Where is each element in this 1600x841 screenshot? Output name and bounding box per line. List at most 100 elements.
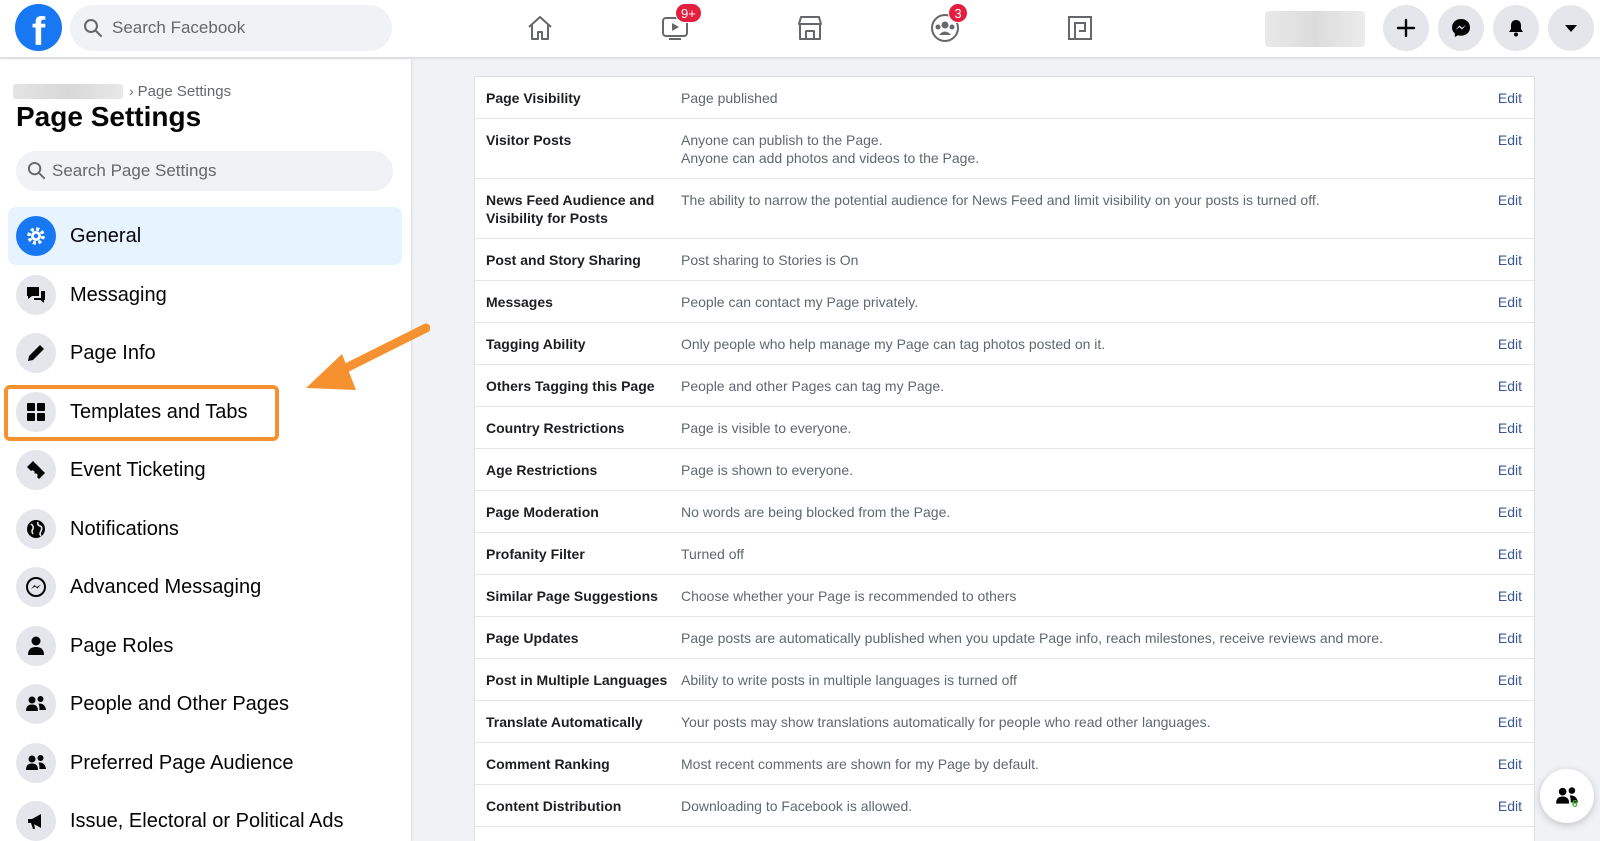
setting-row-multiple-languages: Post in Multiple Languages Ability to wr…	[475, 659, 1534, 701]
setting-description-line: Page published	[681, 90, 778, 106]
bell-icon	[1509, 20, 1523, 37]
setting-description-line: Anyone can publish to the Page.	[681, 132, 883, 148]
create-button[interactable]	[1383, 5, 1429, 51]
sidebar-item-label: Page Roles	[70, 635, 174, 657]
facebook-search-box[interactable]	[70, 5, 392, 51]
setting-name: Post in Multiple Languages	[486, 672, 668, 688]
edit-link[interactable]: Edit	[1498, 545, 1522, 563]
plus-icon	[1396, 18, 1416, 38]
edit-link[interactable]: Edit	[1498, 461, 1522, 479]
setting-description-line: Post sharing to Stories is On	[681, 252, 859, 268]
setting-name: Page Updates	[486, 630, 579, 646]
breadcrumb-page-name[interactable]	[13, 83, 123, 99]
setting-name: Messages	[486, 294, 553, 310]
new-message-button[interactable]: 6	[1540, 769, 1594, 823]
search-icon	[27, 161, 46, 180]
messaging-icon-circle	[16, 275, 56, 315]
person-icon	[28, 636, 44, 655]
edit-link[interactable]: Edit	[1498, 131, 1522, 149]
messenger-icon	[26, 577, 46, 597]
home-tab[interactable]	[515, 6, 565, 50]
ticket-icon	[27, 461, 45, 479]
setting-row-comment-ranking: Comment Ranking Most recent comments are…	[475, 743, 1534, 785]
edit-link[interactable]: Edit	[1498, 191, 1522, 209]
sidebar-item-preferred-page-audience[interactable]: Preferred Page Audience	[8, 734, 402, 792]
edit-link[interactable]: Edit	[1498, 671, 1522, 689]
edit-link[interactable]: Edit	[1498, 587, 1522, 605]
setting-name: Translate Automatically	[486, 714, 643, 730]
setting-description: People and other Pages can tag my Page.	[681, 377, 1461, 395]
setting-row-page-moderation: Page Moderation No words are being block…	[475, 491, 1534, 533]
setting-name: Post and Story Sharing	[486, 252, 641, 268]
sidebar-item-event-ticketing[interactable]: Event Ticketing	[8, 441, 402, 499]
setting-description: Your posts may show translations automat…	[681, 713, 1461, 731]
setting-description: Choose whether your Page is recommended …	[681, 587, 1461, 605]
online-count: 6	[1572, 799, 1578, 810]
breadcrumb-current: Page Settings	[137, 82, 232, 100]
setting-description: People can contact my Page privately.	[681, 293, 1461, 311]
messenger-button[interactable]	[1438, 5, 1484, 51]
advanced-messaging-icon-circle	[16, 567, 56, 607]
sidebar-item-general[interactable]: General	[8, 207, 402, 265]
setting-description-line: People and other Pages can tag my Page.	[681, 378, 945, 394]
sidebar-item-messaging[interactable]: Messaging	[8, 266, 402, 324]
page-info-icon-circle	[16, 333, 56, 373]
edit-link[interactable]: Edit	[1498, 713, 1522, 731]
facebook-logo-glyph: f	[31, 10, 46, 54]
edit-link[interactable]: Edit	[1498, 293, 1522, 311]
account-menu-button[interactable]	[1548, 5, 1594, 51]
sidebar-item-advanced-messaging[interactable]: Advanced Messaging	[8, 558, 402, 616]
setting-name: News Feed Audience and Visibility for Po…	[486, 192, 655, 226]
sidebar-item-page-roles[interactable]: Page Roles	[8, 617, 402, 675]
sidebar-item-label: Notifications	[70, 518, 179, 540]
people-icon	[26, 755, 46, 770]
settings-search-box[interactable]	[16, 151, 393, 191]
edit-link[interactable]: Edit	[1498, 419, 1522, 437]
page-settings-sidebar: › Page Settings Page Settings General Me…	[0, 59, 411, 841]
edit-link[interactable]: Edit	[1498, 755, 1522, 773]
watch-tab[interactable]: 9+	[650, 3, 702, 50]
settings-search-input[interactable]	[52, 151, 382, 191]
setting-row-content-distribution: Content Distribution Downloading to Face…	[475, 785, 1534, 827]
setting-row-others-tagging: Others Tagging this Page People and othe…	[475, 365, 1534, 407]
setting-description-line: Ability to write posts in multiple langu…	[681, 672, 1017, 688]
edit-link[interactable]: Edit	[1498, 629, 1522, 647]
gaming-tab[interactable]	[1055, 6, 1105, 50]
edit-link[interactable]: Edit	[1498, 335, 1522, 353]
edit-link[interactable]: Edit	[1498, 251, 1522, 269]
facebook-search-input[interactable]	[112, 5, 382, 51]
groups-tab[interactable]: 3	[920, 3, 970, 50]
gear-icon	[27, 227, 45, 245]
caret-down-icon	[1565, 25, 1577, 32]
sidebar-item-political-ads[interactable]: Issue, Electoral or Political Ads	[8, 792, 402, 841]
edit-link[interactable]: Edit	[1498, 89, 1522, 107]
home-icon	[528, 16, 552, 40]
sidebar-item-people-and-other-pages[interactable]: People and Other Pages	[8, 675, 402, 733]
profile-name[interactable]	[1265, 11, 1365, 47]
watch-badge: 9+	[675, 3, 702, 23]
edit-link[interactable]: Edit	[1498, 503, 1522, 521]
sidebar-item-label: Event Ticketing	[70, 459, 206, 481]
setting-description: Most recent comments are shown for my Pa…	[681, 755, 1461, 773]
setting-description-line: Only people who help manage my Page can …	[681, 336, 1106, 352]
setting-row-translate-automatically: Translate Automatically Your posts may s…	[475, 701, 1534, 743]
setting-row-news-feed-audience: News Feed Audience and Visibility for Po…	[475, 179, 1534, 239]
groups-badge: 3	[948, 3, 968, 23]
sidebar-item-label: Messaging	[70, 284, 167, 306]
people-icon	[26, 696, 46, 711]
setting-description: Ability to write posts in multiple langu…	[681, 671, 1461, 689]
setting-name: Country Restrictions	[486, 420, 625, 436]
facebook-logo[interactable]: f	[15, 4, 62, 54]
notifications-button[interactable]	[1493, 5, 1539, 51]
edit-link[interactable]: Edit	[1498, 377, 1522, 395]
sidebar-item-notifications[interactable]: Notifications	[8, 500, 402, 558]
setting-row-age-restrictions: Age Restrictions Page is shown to everyo…	[475, 449, 1534, 491]
pages-icon	[1068, 16, 1092, 40]
setting-description-line: People can contact my Page privately.	[681, 294, 919, 310]
setting-description-line: Downloading to Facebook is allowed.	[681, 798, 913, 814]
marketplace-tab[interactable]	[785, 6, 835, 50]
setting-name: Similar Page Suggestions	[486, 588, 658, 604]
setting-description-line: Anyone can add photos and videos to the …	[681, 150, 980, 166]
edit-link[interactable]: Edit	[1498, 797, 1522, 815]
setting-name: Comment Ranking	[486, 756, 610, 772]
